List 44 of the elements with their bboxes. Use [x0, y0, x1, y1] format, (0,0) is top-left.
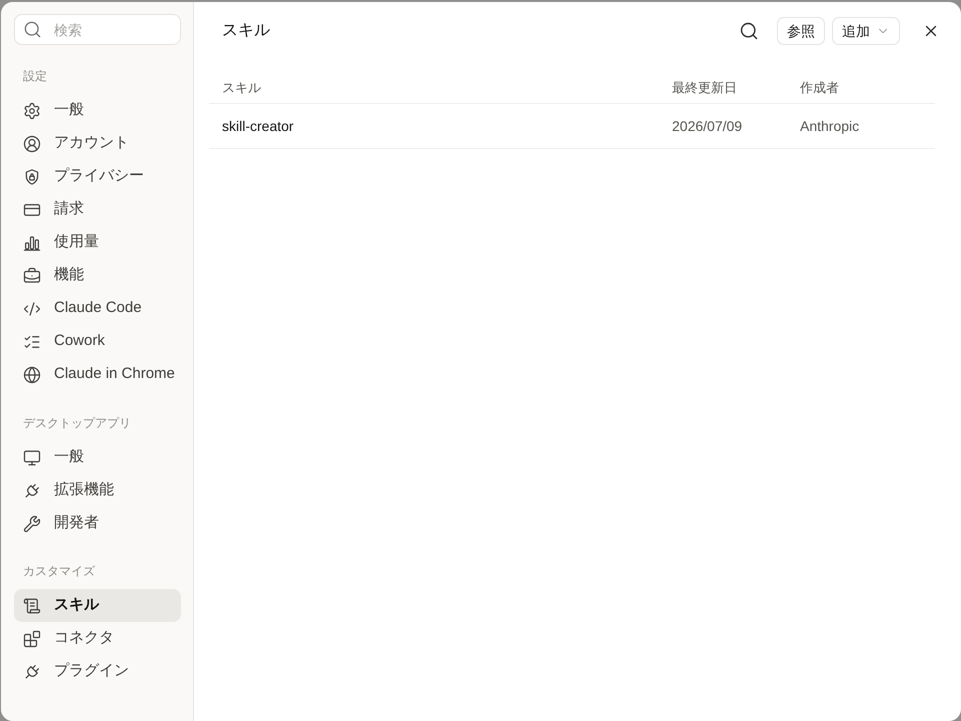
bar-chart-icon	[23, 234, 41, 252]
table-cell-text: skill-creator	[221, 116, 295, 136]
column-header: 最終更新日	[671, 78, 738, 97]
browse-button[interactable]: 参照	[777, 17, 825, 45]
plug-icon	[23, 662, 41, 680]
search-field[interactable]: 検索	[14, 14, 181, 45]
briefcase-icon	[23, 266, 41, 284]
search-icon	[739, 21, 759, 41]
search-icon	[23, 20, 42, 39]
table-cell-text: Anthropic	[799, 116, 860, 136]
sidebar-item[interactable]: 開発者	[14, 507, 181, 540]
sidebar-item[interactable]: プライバシー	[14, 160, 181, 193]
sidebar-item[interactable]: 請求	[14, 193, 181, 226]
sidebar-item[interactable]: 一般	[14, 441, 181, 474]
sidebar-item[interactable]: スキル	[14, 589, 181, 622]
plug-icon	[23, 482, 41, 500]
add-dropdown-button[interactable]: 追加	[832, 17, 900, 45]
sidebar-item[interactable]: Cowork	[14, 325, 181, 358]
page-title: スキル	[222, 21, 270, 41]
wrench-icon	[23, 514, 41, 532]
gear-icon	[23, 102, 41, 120]
globe-icon	[23, 366, 41, 384]
shield-lock-icon	[23, 168, 41, 186]
blocks-icon	[23, 630, 41, 648]
sidebar-item[interactable]: プラグイン	[14, 655, 181, 688]
sidebar-item[interactable]: 拡張機能	[14, 474, 181, 507]
sidebar-item[interactable]: 一般	[14, 94, 181, 127]
sidebar-item[interactable]: アカウント	[14, 127, 181, 160]
section-label: 設定	[22, 68, 48, 84]
section-label: カスタマイズ	[22, 563, 96, 579]
sidebar-item[interactable]: 使用量	[14, 226, 181, 259]
code-icon	[23, 300, 41, 318]
monitor-icon	[23, 448, 41, 466]
sidebar-item[interactable]: 機能	[14, 259, 181, 292]
column-header: 作成者	[799, 78, 840, 97]
table-cell-text: 2026/07/09	[671, 116, 744, 136]
section-label: デスクトップアプリ	[22, 415, 132, 431]
search-button[interactable]	[738, 20, 760, 42]
person-circle-icon	[23, 134, 41, 152]
scroll-icon	[23, 596, 41, 614]
sidebar-item[interactable]: コネクタ	[14, 622, 181, 655]
column-header: スキル	[221, 78, 262, 97]
sidebar-item[interactable]: Claude in Chrome	[14, 358, 181, 391]
sidebar-item[interactable]: Claude Code	[14, 292, 181, 325]
